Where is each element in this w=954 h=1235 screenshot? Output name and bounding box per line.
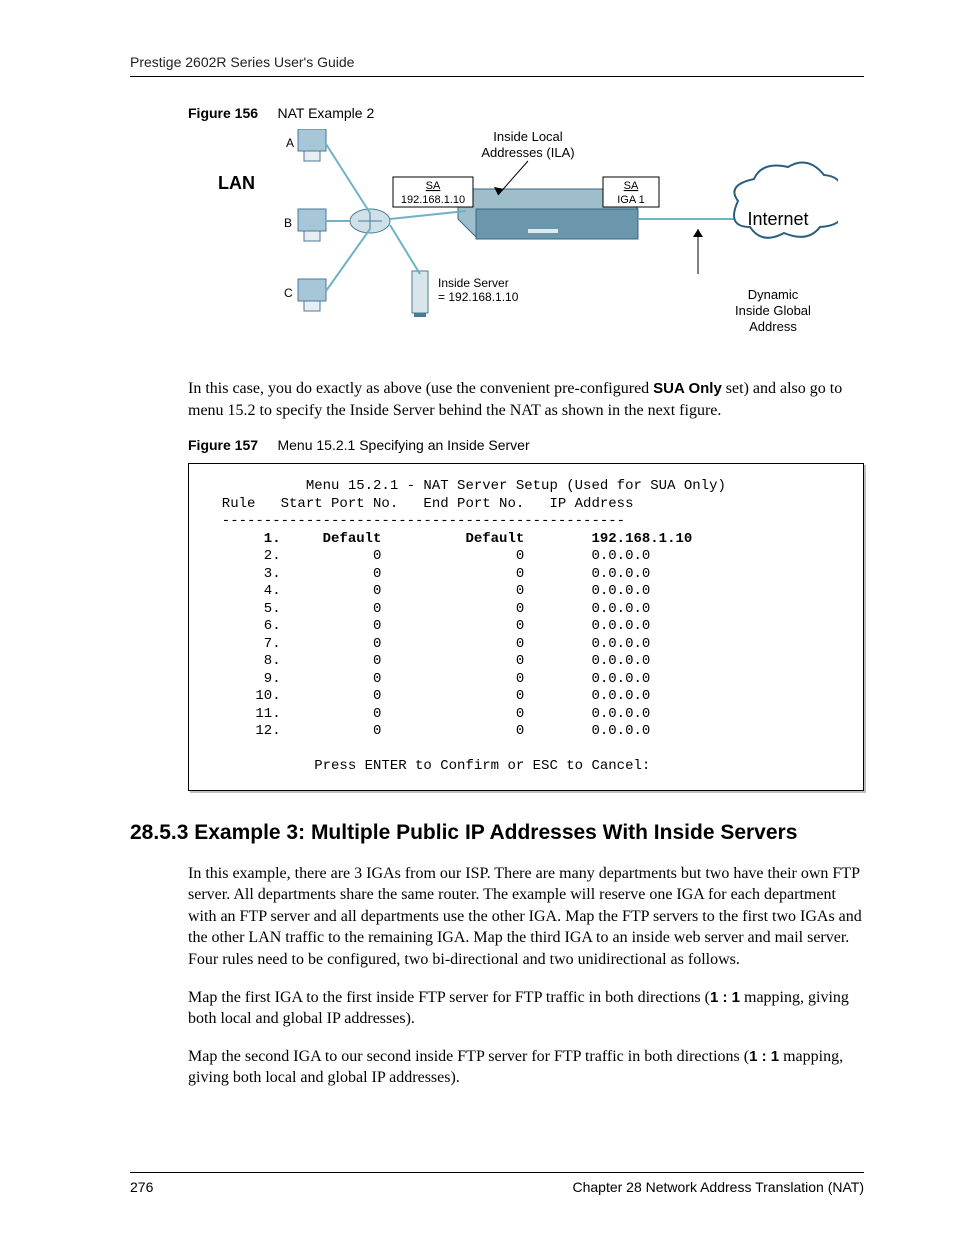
section-heading: 28.5.3 Example 3: Multiple Public IP Add… (130, 821, 864, 845)
diagram-svg: LAN A B C (198, 129, 838, 349)
svg-text:IGA 1: IGA 1 (617, 194, 645, 206)
svg-text:192.168.1.10: 192.168.1.10 (401, 194, 465, 206)
svg-text:SA: SA (426, 180, 441, 192)
svg-text:A: A (286, 136, 294, 150)
sa1-label: SA 192.168.1.10 (393, 177, 473, 207)
svg-text:SA: SA (624, 180, 639, 192)
iga-label-3: Address (749, 319, 797, 334)
ila-label-2: Addresses (ILA) (481, 145, 574, 160)
figure156-title: NAT Example 2 (277, 105, 374, 121)
footer-page-number: 276 (130, 1179, 153, 1195)
figure157-label: Figure 157 (188, 437, 258, 453)
svg-text:C: C (284, 286, 293, 300)
figure156-caption: Figure 156 NAT Example 2 (188, 105, 864, 121)
figure157-caption: Figure 157 Menu 15.2.1 Specifying an Ins… (188, 437, 864, 453)
lan-label: LAN (218, 173, 255, 193)
internet-cloud-icon: Internet (734, 163, 838, 238)
host-c: C (284, 279, 326, 311)
figure156-label: Figure 156 (188, 105, 258, 121)
iga-label-2: Inside Global (735, 303, 811, 318)
server-label: Inside Server (438, 276, 509, 290)
nat-example-diagram: LAN A B C (198, 129, 838, 354)
terminal-output: Menu 15.2.1 - NAT Server Setup (Used for… (188, 463, 864, 791)
server-ip: = 192.168.1.10 (438, 290, 519, 304)
paragraph-1: In this case, you do exactly as above (u… (188, 378, 864, 421)
server-icon (412, 271, 428, 317)
host-b: B (284, 209, 326, 241)
paragraph-3: Map the first IGA to the first inside FT… (188, 987, 864, 1030)
page-footer: 276 Chapter 28 Network Address Translati… (130, 1172, 864, 1195)
ila-label-1: Inside Local (493, 129, 562, 144)
host-a: A (286, 129, 326, 161)
svg-text:B: B (284, 216, 292, 230)
footer-chapter: Chapter 28 Network Address Translation (… (572, 1179, 864, 1195)
header-left-text: Prestige 2602R Series User's Guide (130, 54, 354, 70)
paragraph-2: In this example, there are 3 IGAs from o… (188, 863, 864, 971)
sa2-label: SA IGA 1 (603, 177, 659, 207)
paragraph-4: Map the second IGA to our second inside … (188, 1046, 864, 1089)
iga-label-1: Dynamic (748, 287, 799, 302)
figure157-title: Menu 15.2.1 Specifying an Inside Server (277, 437, 529, 453)
svg-text:Internet: Internet (747, 209, 808, 229)
page-header: Prestige 2602R Series User's Guide (130, 54, 864, 77)
